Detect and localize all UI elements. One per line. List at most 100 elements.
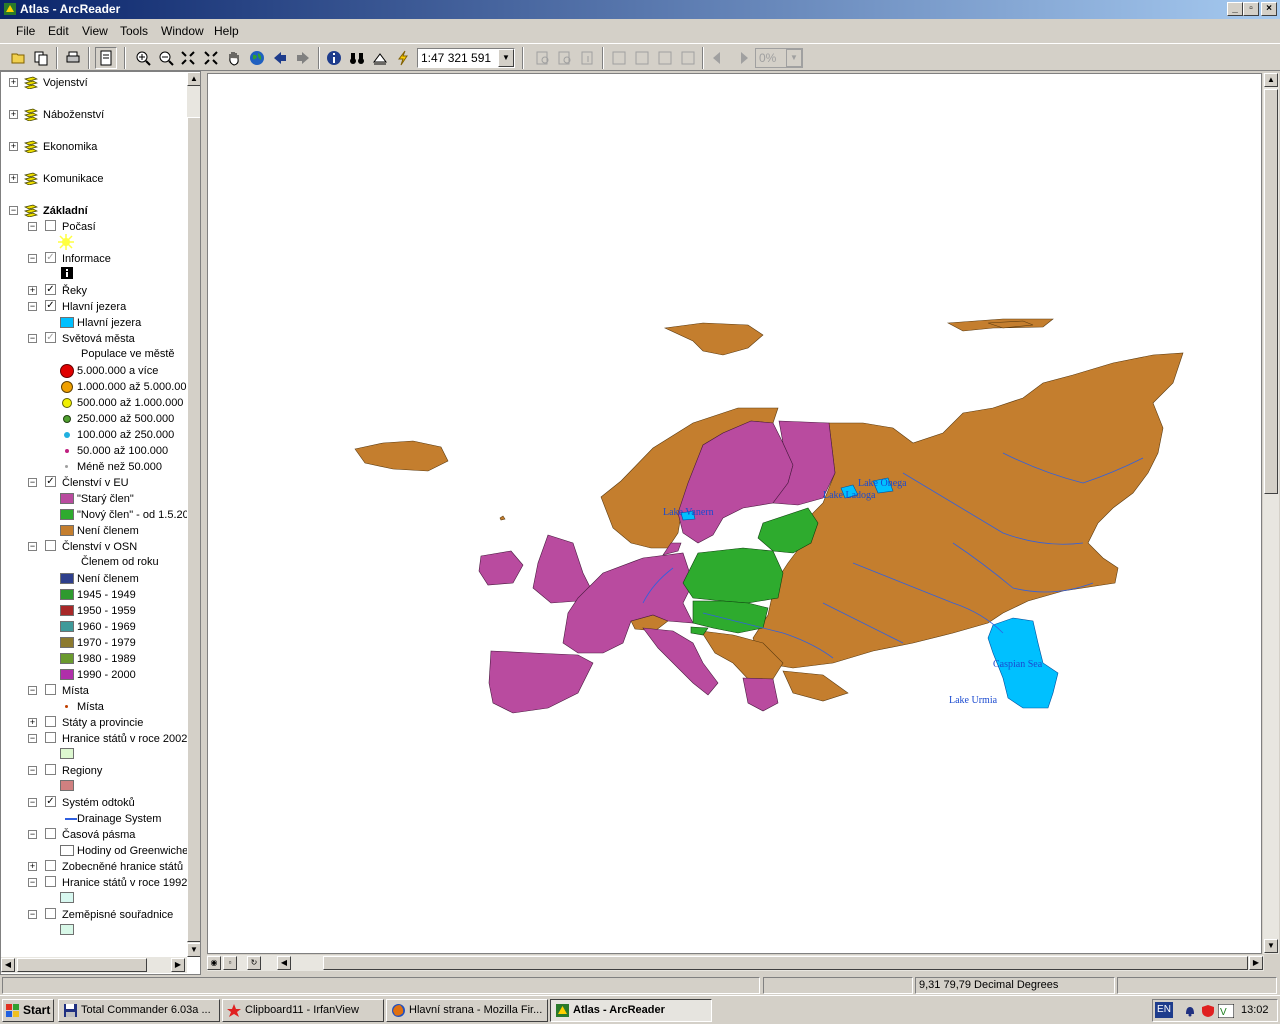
collapse-icon[interactable]: − (28, 478, 37, 487)
toc-group-nabozenstvi[interactable]: + Náboženství (1, 107, 187, 123)
scroll-down-icon[interactable]: ▼ (1264, 939, 1278, 953)
layer-checkbox[interactable] (45, 540, 56, 551)
toc-layer-jezera[interactable]: − ✓ Hlavní jezera (1, 299, 187, 315)
refresh-icon[interactable]: ↻ (247, 956, 261, 970)
zoom-out-button[interactable] (155, 47, 177, 69)
open-button[interactable] (8, 47, 30, 69)
layer-checkbox[interactable] (45, 764, 56, 775)
security-shield-icon[interactable] (1201, 1004, 1215, 1018)
minimize-button[interactable]: _ (1227, 2, 1243, 16)
collapse-icon[interactable]: − (28, 878, 37, 887)
zoom-in-button[interactable] (132, 47, 154, 69)
collapse-icon[interactable]: − (28, 798, 37, 807)
collapse-icon[interactable]: − (28, 334, 37, 343)
hyperlink-button[interactable] (392, 47, 414, 69)
layer-checkbox[interactable] (45, 860, 56, 871)
expand-icon[interactable]: + (9, 78, 18, 87)
scroll-thumb[interactable] (187, 117, 200, 942)
fixed-zoom-in-button[interactable] (177, 47, 199, 69)
toc-layer-souradnice[interactable]: − Zeměpisné souřadnice (1, 907, 187, 923)
expand-icon[interactable]: + (28, 718, 37, 727)
toc-group-ekonomika[interactable]: + Ekonomika (1, 139, 187, 155)
collapse-icon[interactable]: − (28, 734, 37, 743)
measure-button[interactable] (369, 47, 391, 69)
toc-horizontal-scrollbar[interactable]: ◀ ▶ (1, 957, 187, 973)
layer-checkbox[interactable] (45, 684, 56, 695)
task-irfanview[interactable]: Clipboard11 - IrfanView (222, 999, 384, 1022)
scroll-thumb[interactable] (17, 958, 147, 972)
menu-file[interactable]: File (16, 24, 35, 38)
scroll-up-icon[interactable]: ▲ (1264, 73, 1278, 87)
collapse-icon[interactable]: − (28, 830, 37, 839)
notification-bell-icon[interactable] (1183, 1004, 1197, 1018)
task-total-commander[interactable]: Total Commander 6.03a ... (58, 999, 220, 1022)
layout-view-icon[interactable]: ▫ (223, 956, 237, 970)
toc-layer-regiony[interactable]: − Regiony (1, 763, 187, 779)
forward-extent-button[interactable] (292, 47, 314, 69)
fixed-zoom-out-button[interactable] (200, 47, 222, 69)
scroll-thumb[interactable] (323, 956, 1248, 970)
expand-icon[interactable]: + (9, 142, 18, 151)
map-scale-combo[interactable]: 1:47 321 591 ▼ (417, 48, 515, 68)
find-button[interactable] (346, 47, 368, 69)
back-extent-button[interactable] (269, 47, 291, 69)
toc-group-vojenstvi[interactable]: + Vojenství (1, 75, 187, 91)
layer-checkbox[interactable] (45, 220, 56, 231)
layer-checkbox[interactable] (45, 876, 56, 887)
copy-button[interactable] (30, 47, 52, 69)
start-button[interactable]: Start (2, 999, 54, 1022)
toc-layer-pocasi[interactable]: − Počasí (1, 219, 187, 235)
menu-view[interactable]: View (82, 24, 108, 38)
print-button[interactable] (62, 47, 84, 69)
scroll-left-icon[interactable]: ◀ (1, 958, 15, 972)
pan-button[interactable] (223, 47, 245, 69)
map-canvas[interactable]: Lake Onega Lake Ladoga Lake Vanern Caspi… (208, 74, 1262, 954)
toc-layer-mesta[interactable]: − ✓ Světová města (1, 331, 187, 347)
menu-edit[interactable]: Edit (48, 24, 69, 38)
expand-icon[interactable]: + (28, 286, 37, 295)
layout-view-button[interactable] (95, 47, 117, 69)
collapse-icon[interactable]: − (28, 254, 37, 263)
map-vertical-scrollbar[interactable]: ▲ ▼ (1263, 73, 1279, 954)
toc-layer-pasma[interactable]: − Časová pásma (1, 827, 187, 843)
collapse-icon[interactable]: − (28, 222, 37, 231)
collapse-icon[interactable]: − (28, 686, 37, 695)
collapse-icon[interactable]: − (28, 542, 37, 551)
toc-layer-reky[interactable]: + ✓ Řeky (1, 283, 187, 299)
map-horizontal-scrollbar[interactable]: ◉ ▫ ↻ ◀ ▶ (207, 955, 1264, 971)
collapse-icon[interactable]: − (28, 766, 37, 775)
task-firefox[interactable]: Hlavní strana - Mozilla Fir... (386, 999, 548, 1022)
scroll-left-icon[interactable]: ◀ (277, 956, 291, 970)
expand-icon[interactable]: + (28, 862, 37, 871)
layer-checkbox[interactable] (45, 732, 56, 743)
menu-window[interactable]: Window (161, 24, 204, 38)
expand-icon[interactable]: + (9, 110, 18, 119)
toc-group-zakladni[interactable]: − Základní (1, 203, 187, 219)
collapse-icon[interactable]: − (28, 910, 37, 919)
close-button[interactable]: × (1261, 2, 1277, 16)
toc-layer-osn[interactable]: − Členství v OSN (1, 539, 187, 555)
scroll-right-icon[interactable]: ▶ (171, 958, 185, 972)
toc-layer-hranice-1992[interactable]: − Hranice států v roce 1992 (1, 875, 187, 891)
restore-button[interactable]: ▫ (1243, 2, 1259, 16)
layer-checkbox[interactable]: ✓ (45, 300, 56, 311)
layer-checkbox[interactable]: ✓ (45, 476, 56, 487)
toc-group-komunikace[interactable]: + Komunikace (1, 171, 187, 187)
toc-layer-staty[interactable]: + Státy a provincie (1, 715, 187, 731)
data-view-icon[interactable]: ◉ (207, 956, 221, 970)
task-arcreader[interactable]: Atlas - ArcReader (550, 999, 712, 1022)
layer-checkbox[interactable] (45, 908, 56, 919)
toc-layer-mista[interactable]: − Místa (1, 683, 187, 699)
scroll-right-icon[interactable]: ▶ (1249, 956, 1263, 970)
collapse-icon[interactable]: − (9, 206, 18, 215)
toc-layer-odtoky[interactable]: − ✓ Systém odtoků (1, 795, 187, 811)
layer-checkbox[interactable]: ✓ (45, 332, 56, 343)
scroll-thumb[interactable] (1264, 89, 1278, 494)
antivirus-icon[interactable]: V (1218, 1004, 1234, 1018)
scroll-down-icon[interactable]: ▼ (187, 943, 200, 957)
layer-checkbox[interactable]: ✓ (45, 252, 56, 263)
toc-vertical-scrollbar[interactable]: ▲ ▼ (187, 72, 200, 957)
identify-button[interactable] (323, 47, 345, 69)
layer-checkbox[interactable] (45, 828, 56, 839)
collapse-icon[interactable]: − (28, 302, 37, 311)
